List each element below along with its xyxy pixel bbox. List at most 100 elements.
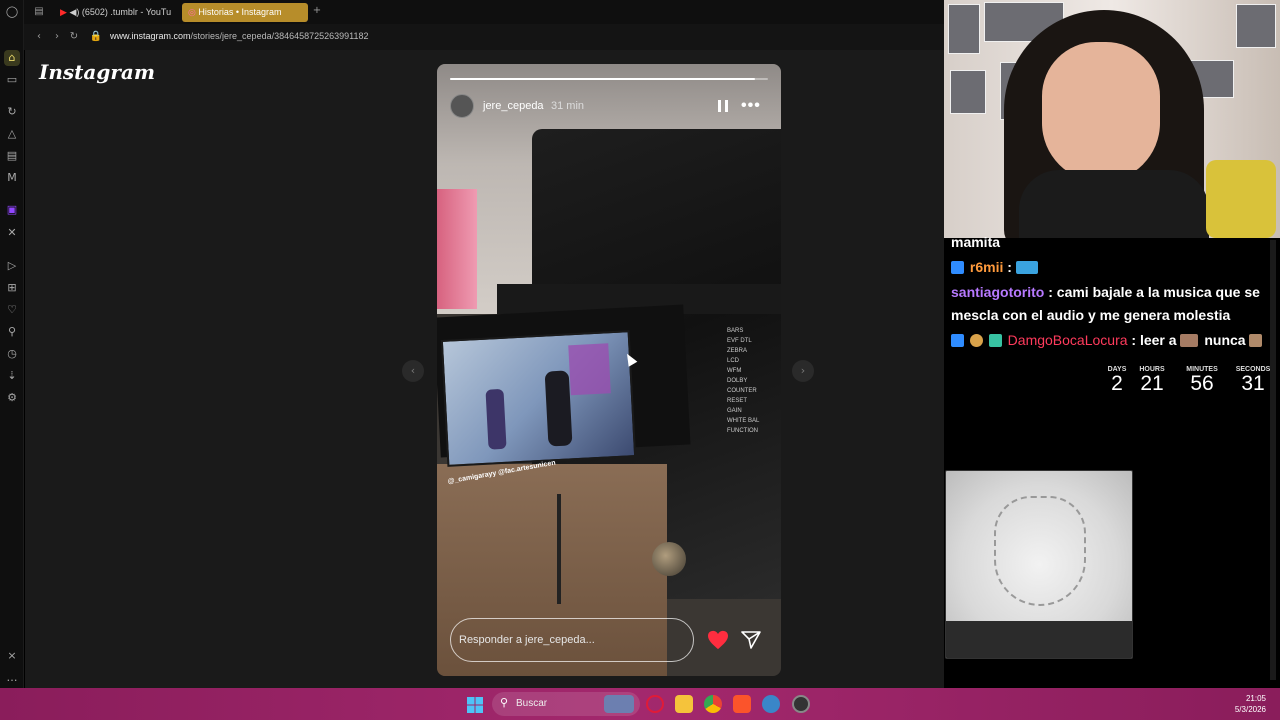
badge-icon [951,261,964,274]
instagram-tab-icon: ◎ [188,7,196,17]
history-icon[interactable]: ↻ [4,104,20,120]
search-icon: ⚲ [500,696,509,709]
player-icon[interactable]: ▷ [4,258,20,274]
car-hood-image [945,470,1133,659]
story-photo-camera-knob [652,542,686,576]
panel-label: DOLBY [727,378,748,384]
forward-icon[interactable]: › [50,30,64,44]
prev-story-button[interactable]: ‹ [402,360,424,382]
download-icon[interactable]: ⇣ [4,368,20,384]
chat-text: : [1003,259,1012,275]
heart-sidebar-icon[interactable]: ♡ [4,302,20,318]
windows-start-icon[interactable] [467,697,483,713]
x-icon[interactable]: ✕ [4,225,20,241]
tab-bar: ▤ ▶ ◀) (6502) .tumblr - YouTu ◎ Historia… [24,0,944,24]
url-field[interactable]: www.instagram.com/stories/jere_cepeda/38… [110,31,369,41]
camera-panel-labels: BARS EVF DTL ZEBRA LCD WFM DOLBY COUNTER… [727,326,759,436]
tab-instagram[interactable]: ◎ Historias • Instagram [182,3,308,22]
reply-input[interactable] [450,618,694,662]
wallet-icon[interactable]: ▤ [4,148,20,164]
panel-label: LCD [727,358,740,364]
tab-list-icon[interactable]: ▤ [32,5,46,19]
badge-icon [969,334,983,347]
opera-logo-icon[interactable]: ◯ [4,4,20,20]
reload-icon[interactable]: ↻ [67,30,81,44]
chat-text: : leer a [1127,332,1177,348]
chat-message: DamgoBocaLocura : leer a nunca [951,329,1264,351]
twitch-icon[interactable]: ▣ [4,202,20,218]
home-icon[interactable]: ⌂ [4,50,20,66]
story-username[interactable]: jere_cepeda [483,100,544,112]
lcd-scene-backdrop [568,343,611,396]
address-bar: ‹ › ↻ 🔒 www.instagram.com/stories/jere_c… [24,24,944,50]
mail-icon[interactable]: M [4,170,20,186]
clock-date: 5/3/2026 [1234,705,1266,714]
countdown-value: 56 [1190,372,1214,395]
app-c-icon[interactable] [762,695,780,713]
browser-sidebar: ◯ ⌂ ▭ ↻ △ ▤ M ▣ ✕ ▷ ⊞ ♡ ⚲ ◷ ⇣ ⚙ × … [0,0,24,688]
hood-emblem [994,496,1086,606]
story-header: jere_cepeda 31 min ••• [450,94,768,120]
wall-poster [948,4,980,54]
plush-toy [1206,160,1276,238]
collapse-icon[interactable]: × [4,648,20,664]
ai-icon[interactable]: △ [4,126,20,142]
pause-icon[interactable] [716,99,730,113]
countdown-hours: HOURS 21 [1136,366,1168,395]
opera-taskbar-icon[interactable] [646,695,664,713]
back-icon[interactable]: ‹ [32,30,46,44]
obs-icon[interactable] [792,695,810,713]
send-icon[interactable] [741,630,761,650]
badge-icon [988,334,1002,347]
streamer-body [1019,170,1209,238]
heart-icon[interactable] [707,630,729,650]
chat-username[interactable]: r6mii [970,259,1003,275]
chat-message-continued: mescla con el audio y me genera molestia [951,304,1230,326]
url-path: /stories/jere_cepeda/3846458725263991182 [190,31,369,41]
wall-poster [950,70,986,114]
settings-gear-icon[interactable]: ⚙ [4,390,20,406]
panel-label: COUNTER [727,388,757,394]
windows-taskbar: ⚲ Buscar 21:05 5/3/2026 [0,688,1280,720]
panel-label: GAIN [727,408,742,414]
file-explorer-icon[interactable] [675,695,693,713]
next-story-button[interactable]: › [792,360,814,382]
chat-username[interactable]: santiagotorito [951,284,1044,300]
panel-label: EVF DTL [727,338,752,344]
emote-icon [1015,261,1038,274]
countdown-days: DAYS 2 [1104,366,1130,395]
panel-label: BARS [727,328,744,334]
more-sidebar-icon[interactable]: … [4,670,20,686]
system-clock[interactable]: 21:05 5/3/2026 [1235,693,1266,715]
more-options-icon[interactable]: ••• [741,96,761,116]
panel-label: FUNCTION [727,428,758,434]
story-photo-lcd-screen [440,330,637,467]
extensions-icon[interactable]: ⊞ [4,280,20,296]
instagram-logo[interactable]: Instagram [39,60,155,84]
chat-message: mamita [951,231,1000,253]
pin-icon[interactable]: ⚲ [4,324,20,340]
chrome-icon[interactable] [704,695,722,713]
lcd-scene-person [544,370,573,447]
countdown-value: 31 [1241,372,1265,395]
story-viewer[interactable]: BARS EVF DTL ZEBRA LCD WFM DOLBY COUNTER… [437,64,781,676]
panel-label: ZEBRA [727,348,748,354]
chat-text: : cami bajale a la musica que se [1044,284,1260,300]
avatar[interactable] [450,94,474,118]
taskbar-search[interactable]: ⚲ Buscar [492,692,640,716]
search-highlight-icon [604,695,634,713]
countdown-seconds: SECONDS 31 [1232,366,1274,395]
clock-icon[interactable]: ◷ [4,346,20,362]
brave-icon[interactable] [733,695,751,713]
chat-scrollbar[interactable] [1270,240,1276,680]
story-progress-bar [450,78,768,80]
chat-text-tail: nunca [1204,332,1246,348]
gaming-icon[interactable]: ▭ [4,72,20,88]
countdown-minutes: MINUTES 56 [1182,366,1222,395]
plus-icon[interactable]: + [310,4,324,18]
emote-icon [1249,334,1263,347]
streamer-webcam [944,0,1280,238]
tab-youtube[interactable]: ▶ ◀) (6502) .tumblr - YouTu [54,3,174,22]
chat-username[interactable]: DamgoBocaLocura [1008,332,1128,348]
story-progress-fill [450,78,756,80]
